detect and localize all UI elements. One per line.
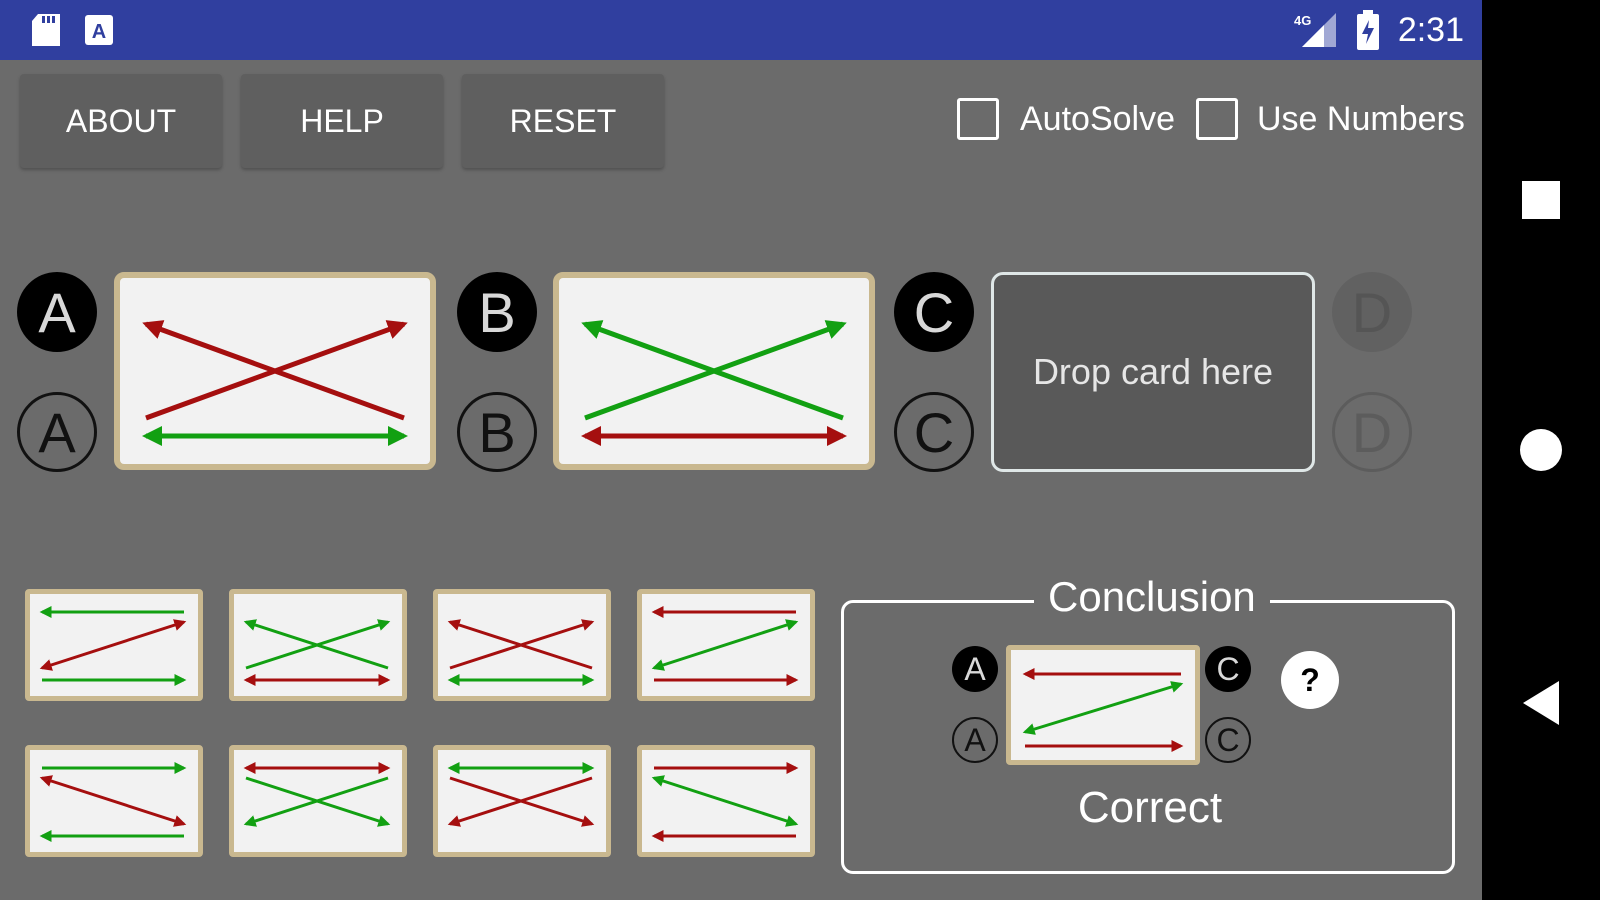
- card-arrows-icon: [39, 762, 187, 842]
- palette-card-6[interactable]: [229, 745, 407, 857]
- card-arrows-icon: [142, 320, 408, 446]
- home-circle-icon[interactable]: [1482, 428, 1600, 472]
- about-button[interactable]: ABOUT: [20, 74, 222, 168]
- palette-card-3[interactable]: [433, 589, 611, 701]
- palette-card-8[interactable]: [637, 745, 815, 857]
- conclusion-right-outline-badge: C: [1205, 717, 1251, 763]
- network-type: 4G: [1294, 13, 1311, 28]
- drop-card-zone[interactable]: Drop card here: [991, 272, 1315, 472]
- autosolve-checkbox[interactable]: [957, 98, 999, 140]
- conclusion-left-outline-badge: A: [952, 717, 998, 763]
- slot-c-outline-badge: C: [894, 392, 974, 472]
- slot-a-badge: A: [17, 272, 97, 352]
- help-button[interactable]: HELP: [241, 74, 443, 168]
- card-arrows-icon: [243, 762, 391, 827]
- card-arrows-icon: [1022, 668, 1184, 752]
- card-arrows-icon: [581, 320, 847, 446]
- slot-a-card[interactable]: [114, 272, 436, 470]
- slot-b-badge: B: [457, 272, 537, 352]
- recent-apps-square-icon[interactable]: [1482, 180, 1600, 220]
- palette-card-5[interactable]: [25, 745, 203, 857]
- palette-card-2[interactable]: [229, 589, 407, 701]
- slot-d-badge: D: [1332, 272, 1412, 352]
- palette-card-7[interactable]: [433, 745, 611, 857]
- keyboard-a-icon: A: [84, 14, 114, 46]
- card-arrows-icon: [447, 762, 595, 827]
- autosolve-label: AutoSolve: [1020, 100, 1175, 138]
- slot-c-badge: C: [894, 272, 974, 352]
- slot-b-outline-badge: B: [457, 392, 537, 472]
- navigation-bar: [1482, 0, 1600, 900]
- back-triangle-icon[interactable]: [1482, 680, 1600, 726]
- reset-button[interactable]: RESET: [462, 74, 664, 168]
- slot-a-outline-badge: A: [17, 392, 97, 472]
- conclusion-help-button[interactable]: ?: [1281, 651, 1339, 709]
- conclusion-result: Correct: [1077, 783, 1223, 832]
- use-numbers-label: Use Numbers: [1257, 100, 1465, 138]
- battery-charging-icon: [1356, 10, 1380, 50]
- card-arrows-icon: [39, 606, 187, 686]
- status-bar: A 4G 2:31: [0, 0, 1482, 60]
- conclusion-right-badge: C: [1205, 646, 1251, 692]
- palette-card-4[interactable]: [637, 589, 815, 701]
- sd-card-icon: [30, 12, 62, 48]
- conclusion-title: Conclusion: [1034, 573, 1270, 621]
- card-arrows-icon: [651, 762, 799, 842]
- signal-icon: 4G: [1292, 11, 1338, 49]
- conclusion-card: [1006, 645, 1200, 765]
- card-arrows-icon: [651, 606, 799, 686]
- svg-text:A: A: [92, 21, 106, 43]
- slot-d-outline-badge: D: [1332, 392, 1412, 472]
- slot-b-card[interactable]: [553, 272, 875, 470]
- card-arrows-icon: [447, 619, 595, 686]
- use-numbers-checkbox[interactable]: [1196, 98, 1238, 140]
- conclusion-left-badge: A: [952, 646, 998, 692]
- palette-card-1[interactable]: [25, 589, 203, 701]
- clock: 2:31: [1397, 10, 1464, 49]
- card-arrows-icon: [243, 619, 391, 686]
